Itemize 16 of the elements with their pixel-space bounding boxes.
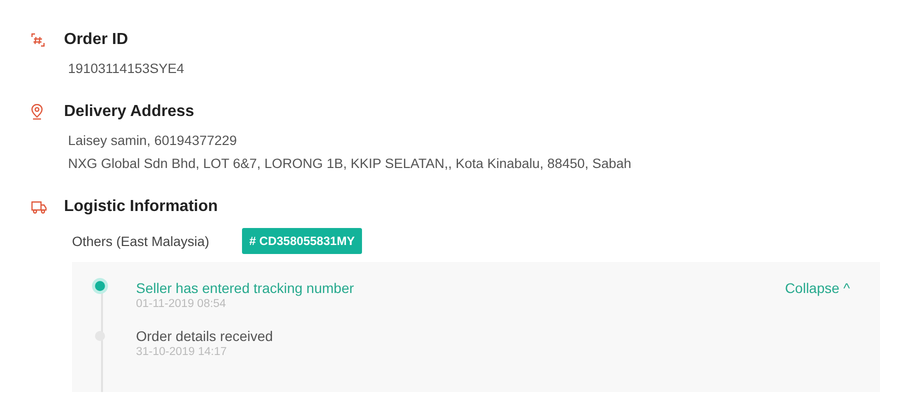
section-title: Delivery Address [64, 102, 196, 122]
address-line: NXG Global Sdn Bhd, LOT 6&7, LORONG 1B, KKIP SELATAN,, Kota Kinabalu, 88450, Sabah [68, 155, 632, 173]
collapse-button[interactable]: Collapse ^ [784, 279, 850, 297]
address-line: Laisey samin, 60194377229 [68, 132, 238, 150]
truck-icon [31, 200, 47, 214]
event-title: Order details received [136, 327, 273, 345]
tracking-number-tag: # CD358055831MY [242, 228, 362, 254]
event-title: Seller has entered tracking number [136, 279, 354, 297]
order-id: 19103114153SYE4 [68, 60, 186, 78]
section-title: Order ID [64, 30, 130, 50]
carrier-name: Others (East Malaysia) [72, 234, 210, 248]
location-pin-icon [31, 104, 43, 120]
hash-icon [31, 33, 45, 47]
event-time: 31-10-2019 14:17 [136, 345, 227, 359]
section-title: Logistic Information [64, 197, 219, 217]
event-time: 01-11-2019 08:54 [136, 297, 226, 311]
